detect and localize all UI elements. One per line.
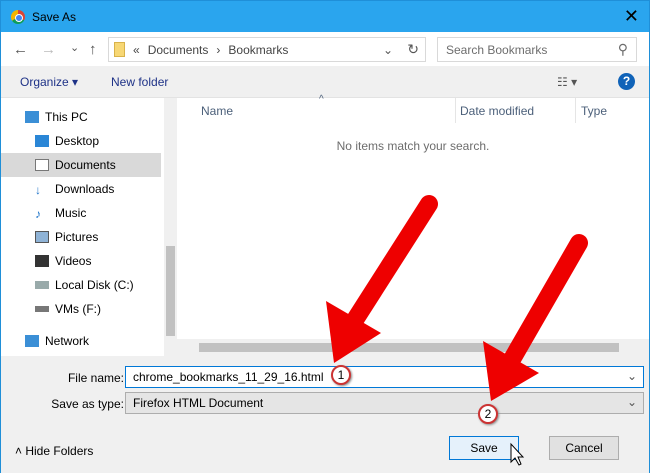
address-row: ← → ⌄ ↑ « Documents › Bookmarks ⌄ ↻ Sear… bbox=[1, 32, 649, 66]
hide-folders-button[interactable]: ˄ Hide Folders bbox=[15, 444, 93, 458]
window-title: Save As bbox=[32, 9, 77, 24]
sidebar-item-label: This PC bbox=[45, 110, 88, 124]
column-name[interactable]: Name bbox=[201, 104, 233, 118]
sidebar-item-pictures[interactable]: Pictures bbox=[1, 225, 161, 249]
sidebar-scrollbar[interactable] bbox=[164, 98, 177, 356]
empty-message: No items match your search. bbox=[336, 139, 490, 153]
sidebar-item-this-pc[interactable]: This PC bbox=[1, 105, 161, 129]
save-as-dialog: Save As ✕ ← → ⌄ ↑ « Documents › Bookmark… bbox=[0, 0, 650, 473]
file-list: Name ^ Date modified Type No items match… bbox=[177, 94, 649, 356]
chevron-down-icon[interactable]: ⌄ bbox=[627, 369, 637, 383]
forward-button[interactable]: → bbox=[41, 41, 56, 58]
navigation-pane: This PC Desktop Documents ↓ Downloads ♪ Mu… bbox=[1, 98, 177, 356]
sidebar-item-label: Desktop bbox=[55, 134, 100, 148]
column-divider[interactable] bbox=[455, 98, 456, 123]
sidebar-item-desktop[interactable]: Desktop bbox=[1, 129, 161, 153]
address-dropdown-icon[interactable]: ⌄ bbox=[383, 43, 393, 57]
network-icon bbox=[25, 335, 39, 347]
sidebar-item-music[interactable]: ♪ Music bbox=[1, 201, 161, 225]
search-placeholder: Search Bookmarks bbox=[446, 43, 548, 57]
sidebar-item-label: VMs (F:) bbox=[55, 302, 101, 316]
overflow-chevron[interactable]: « bbox=[133, 43, 140, 57]
save-form: File name: chrome_bookmarks_11_29_16.htm… bbox=[1, 356, 649, 473]
save-as-type-select[interactable]: Firefox HTML Document ⌄ bbox=[125, 392, 644, 414]
search-icon: ⚲ bbox=[617, 41, 628, 57]
toolbar: Organize ▾ New folder ☷ ▾ ? bbox=[1, 66, 649, 98]
videos-icon bbox=[35, 255, 49, 267]
hide-folders-label: Hide Folders bbox=[25, 444, 94, 458]
sidebar-item-label: Music bbox=[55, 206, 87, 220]
documents-icon bbox=[35, 159, 49, 171]
file-name-input[interactable]: chrome_bookmarks_11_29_16.html ⌄ bbox=[125, 366, 644, 388]
address-bar[interactable]: « Documents › Bookmarks ⌄ ↻ bbox=[108, 37, 426, 62]
breadcrumb-separator[interactable]: › bbox=[216, 43, 220, 57]
sidebar-item-label: Downloads bbox=[55, 182, 115, 196]
sidebar-item-label: Documents bbox=[55, 158, 116, 172]
help-button[interactable]: ? bbox=[618, 73, 635, 90]
pictures-icon bbox=[35, 231, 49, 243]
cancel-button[interactable]: Cancel bbox=[549, 436, 619, 460]
step-2-badge: 2 bbox=[478, 404, 498, 424]
chrome-icon bbox=[11, 9, 25, 24]
sidebar-item-documents[interactable]: Documents bbox=[1, 153, 161, 177]
step-1-badge: 1 bbox=[331, 365, 351, 385]
folder-icon bbox=[114, 42, 125, 57]
desktop-icon bbox=[35, 135, 49, 147]
search-input[interactable]: Search Bookmarks ⚲ bbox=[437, 37, 637, 62]
new-folder-button[interactable]: New folder bbox=[111, 75, 168, 89]
sidebar-item-label: Pictures bbox=[55, 230, 99, 244]
title-bar: Save As ✕ bbox=[1, 1, 649, 32]
chevron-down-icon[interactable]: ⌄ bbox=[627, 395, 637, 409]
horizontal-scrollbar[interactable] bbox=[177, 339, 649, 356]
sidebar-item-label: Local Disk (C:) bbox=[55, 278, 134, 292]
back-button[interactable]: ← bbox=[13, 41, 28, 58]
breadcrumb-bookmarks[interactable]: Bookmarks bbox=[228, 43, 288, 57]
downloads-icon: ↓ bbox=[35, 183, 41, 197]
sidebar-item-videos[interactable]: Videos bbox=[1, 249, 161, 273]
refresh-button[interactable]: ↻ bbox=[407, 41, 419, 58]
music-icon: ♪ bbox=[35, 207, 41, 221]
sidebar-item-network[interactable]: Network bbox=[1, 329, 161, 353]
organize-button[interactable]: Organize ▾ bbox=[20, 75, 78, 89]
sidebar-item-downloads[interactable]: ↓ Downloads bbox=[1, 177, 161, 201]
column-divider[interactable] bbox=[575, 98, 576, 123]
computer-icon bbox=[25, 111, 39, 123]
scrollbar-thumb[interactable] bbox=[199, 343, 619, 352]
sidebar-item-local-disk[interactable]: Local Disk (C:) bbox=[1, 273, 161, 297]
up-button[interactable]: ↑ bbox=[89, 41, 97, 58]
view-options-button[interactable]: ☷ ▾ bbox=[557, 75, 577, 89]
chevron-up-icon: ˄ bbox=[15, 444, 26, 458]
save-button[interactable]: Save bbox=[449, 436, 519, 460]
sidebar-item-label: Network bbox=[45, 334, 90, 348]
file-name-label: File name: bbox=[67, 371, 124, 385]
save-as-type-label: Save as type: bbox=[51, 397, 124, 411]
breadcrumb-documents[interactable]: Documents bbox=[148, 43, 209, 57]
drive-icon bbox=[35, 306, 49, 312]
recent-locations-button[interactable]: ⌄ bbox=[70, 41, 79, 54]
column-date-modified[interactable]: Date modified bbox=[460, 104, 534, 118]
column-headers: Name ^ Date modified Type bbox=[177, 94, 649, 123]
column-type[interactable]: Type bbox=[581, 104, 607, 118]
scrollbar-thumb[interactable] bbox=[166, 246, 175, 336]
close-button[interactable]: ✕ bbox=[624, 6, 639, 27]
sidebar-item-vms[interactable]: VMs (F:) bbox=[1, 297, 161, 321]
sidebar-item-label: Videos bbox=[55, 254, 92, 268]
save-as-type-value: Firefox HTML Document bbox=[133, 396, 264, 410]
sort-up-icon: ^ bbox=[319, 94, 324, 105]
disk-icon bbox=[35, 281, 49, 289]
file-name-value: chrome_bookmarks_11_29_16.html bbox=[133, 370, 324, 384]
